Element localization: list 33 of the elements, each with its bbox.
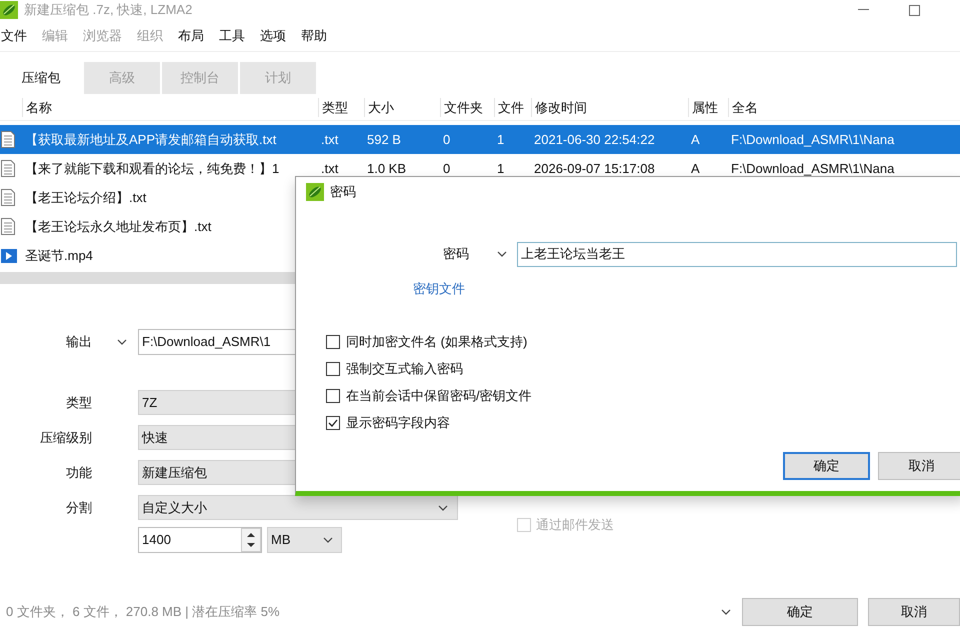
field-label: 类型 bbox=[65, 394, 92, 412]
dialog-title: 密码 bbox=[330, 183, 356, 202]
field-label: 输出 bbox=[65, 333, 92, 352]
field-label: 密码 bbox=[443, 245, 469, 264]
window-title: 新建压缩包 .7z, 快速, LZMA2 bbox=[24, 1, 192, 20]
table-cell-text: 592 B bbox=[366, 130, 402, 149]
table-cell-text: A bbox=[690, 160, 701, 178]
table-cell-text: .txt bbox=[320, 130, 340, 149]
table-cell-text: 2021-06-30 22:54:22 bbox=[533, 130, 656, 149]
field-label: 压缩级别 bbox=[39, 428, 92, 447]
table-cell-text: F:\Download_ASMR\1\Nana bbox=[730, 130, 896, 149]
table-cell-text: 2026-09-07 15:17:08 bbox=[533, 160, 656, 178]
table-cell-text: .txt bbox=[320, 160, 340, 178]
table-cell-text: 【获取最新地址及APP请发邮箱自动获取.txt bbox=[24, 130, 278, 149]
table-cell-text: 0 bbox=[442, 130, 452, 149]
checkbox-label: 在当前会话中保留密码/密钥文件 bbox=[346, 386, 532, 405]
table-cell-text: A bbox=[690, 130, 701, 149]
table-cell-text: F:\Download_ASMR\1\Nana bbox=[730, 160, 896, 178]
table-cell-text: 1 bbox=[496, 130, 506, 149]
table-cell-text: 1 bbox=[496, 160, 506, 178]
table-cell-text: 【老王论坛永久地址发布页】.txt bbox=[24, 218, 212, 236]
table-cell-text: 圣诞节.mp4 bbox=[24, 246, 94, 265]
field-label: 功能 bbox=[65, 464, 92, 482]
table-cell-text: 0 bbox=[442, 160, 452, 178]
field-label: 分割 bbox=[65, 498, 92, 517]
checkbox-label: 显示密码字段内容 bbox=[346, 414, 450, 432]
table-cell-text: 【来了就能下载和观看的论坛，纯免费！】1 bbox=[24, 160, 280, 178]
table-cell-text: 1.0 KB bbox=[366, 160, 408, 178]
checkbox-label: 强制交互式输入密码 bbox=[346, 360, 463, 378]
checkbox-label: 同时加密文件名 (如果格式支持) bbox=[346, 332, 528, 351]
checkbox-label: 通过邮件发送 bbox=[536, 516, 614, 534]
status-text: 0 文件夹， 6 文件， 270.8 MB | 潜在压缩率 5% bbox=[6, 603, 280, 622]
table-cell-text: 【老王论坛介绍】.txt bbox=[24, 188, 148, 207]
